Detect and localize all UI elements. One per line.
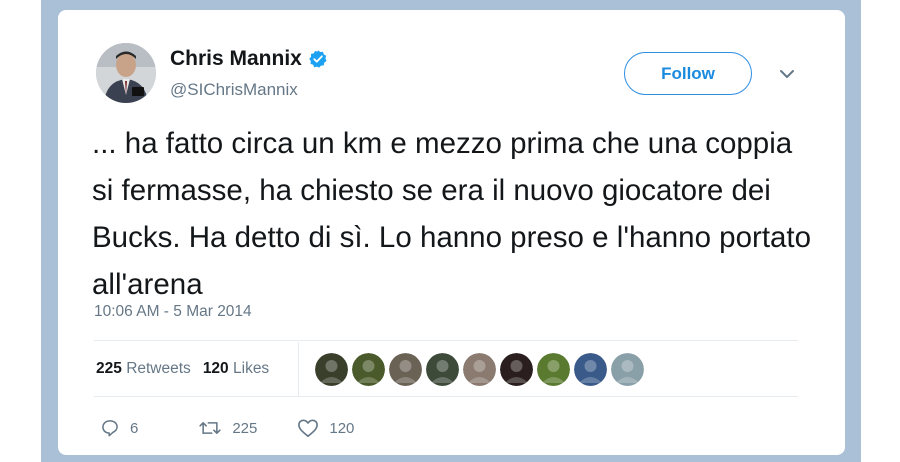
liker-avatar[interactable] xyxy=(500,353,533,386)
reply-icon xyxy=(102,420,118,437)
follow-button[interactable]: Follow xyxy=(624,52,752,95)
liker-avatar[interactable] xyxy=(463,353,496,386)
engagement-stats: 225 Retweets 120 Likes xyxy=(96,360,269,378)
tweet-card: Chris Mannix @SIChrisMannix Follow ... h… xyxy=(58,10,845,455)
liker-avatar[interactable] xyxy=(315,353,348,386)
avatar-photo xyxy=(96,43,156,103)
likes-count: 120 xyxy=(202,360,229,377)
liker-avatar[interactable] xyxy=(389,353,422,386)
heart-icon xyxy=(298,419,319,437)
stats-separator xyxy=(298,342,299,396)
liker-avatar[interactable] xyxy=(537,353,570,386)
liker-avatar[interactable] xyxy=(574,353,607,386)
author-handle[interactable]: @SIChrisMannix xyxy=(170,80,298,100)
retweets-label: Retweets xyxy=(126,360,191,377)
verified-badge-icon xyxy=(309,50,327,68)
reply-count: 6 xyxy=(130,419,139,437)
retweets-count: 225 xyxy=(96,360,122,377)
author-name-row: Chris Mannix xyxy=(170,47,328,71)
like-button[interactable]: 120 xyxy=(297,418,354,438)
likes-stat[interactable]: 120 Likes xyxy=(203,360,269,378)
retweet-button[interactable]: 225 xyxy=(198,418,257,438)
author-avatar[interactable] xyxy=(96,43,156,103)
likes-label: Likes xyxy=(233,360,270,377)
reply-button[interactable]: 6 xyxy=(100,418,138,438)
retweets-stat[interactable]: 225 Retweets xyxy=(96,360,191,378)
liker-avatar[interactable] xyxy=(352,353,385,386)
retweet-count: 225 xyxy=(232,419,258,437)
divider-top xyxy=(94,340,798,341)
author-name[interactable]: Chris Mannix xyxy=(170,47,302,71)
divider-bottom xyxy=(94,396,798,397)
like-count: 120 xyxy=(329,419,355,437)
liker-avatar[interactable] xyxy=(611,353,644,386)
tweet-text: ... ha fatto circa un km e mezzo prima c… xyxy=(92,127,812,301)
liker-avatar[interactable] xyxy=(426,353,459,386)
retweet-icon xyxy=(199,422,221,434)
tweet-timestamp[interactable]: 10:06 AM - 5 Mar 2014 xyxy=(94,303,252,321)
liker-avatars xyxy=(315,353,644,386)
chevron-down-icon[interactable] xyxy=(778,68,796,80)
tweet-actions: 6 225 120 xyxy=(100,418,354,438)
